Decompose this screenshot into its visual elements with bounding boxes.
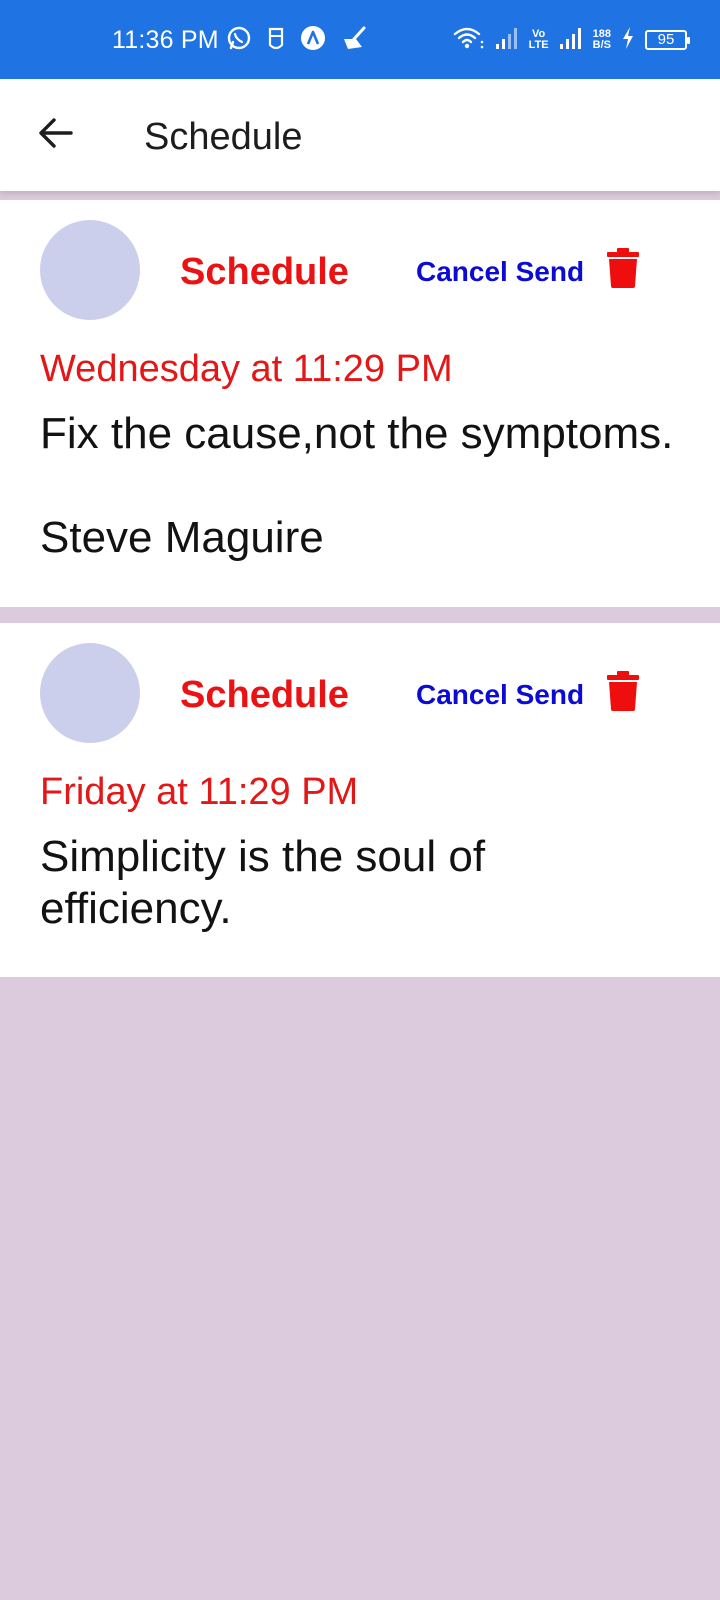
scheduled-message-card: Schedule Cancel Send Friday at 11:29 PM … [0,623,720,977]
cancel-send-button[interactable]: Cancel Send [416,255,584,289]
scheduled-date: Friday at 11:29 PM [40,771,359,813]
cancel-send-button[interactable]: Cancel Send [416,678,584,712]
trash-icon [607,671,639,711]
message-text: Simplicity is the soul of efficiency. [40,832,486,933]
schedule-label: Schedule [180,674,349,716]
message-text: Fix the cause,not the symptoms. Steve Ma… [40,409,674,562]
battery-icon: 95 [645,30,690,50]
maps-icon [300,25,326,56]
page-title: Schedule [144,116,303,158]
volte-icon: Vo LTE [528,28,549,51]
system-icons: Vo LTE 188 B/S 95 [453,24,690,56]
scheduled-date: Wednesday at 11:29 PM [40,348,453,390]
delete-button[interactable] [606,248,648,294]
app-bar: Schedule [0,79,720,191]
back-button[interactable] [30,107,82,159]
status-time: 11:36 PM [112,26,219,54]
wifi-icon [453,25,485,56]
cleaner-icon [340,25,368,56]
app-icon [266,25,286,56]
signal-icon [495,25,519,56]
whatsapp-icon [226,25,252,56]
status-bar: 11:36 PM Vo LTE 188 B/S 95 [0,0,720,79]
signal-icon [559,25,583,56]
charging-icon [621,26,635,55]
delete-button[interactable] [606,671,648,717]
scheduled-message-card: Schedule Cancel Send Wednesday at 11:29 … [0,200,720,607]
schedule-label: Schedule [180,251,349,293]
avatar [40,643,140,743]
network-speed: 188 B/S [592,28,611,51]
arrow-left-icon [39,118,73,148]
avatar [40,220,140,320]
notification-icons [226,25,368,56]
trash-icon [607,248,639,288]
